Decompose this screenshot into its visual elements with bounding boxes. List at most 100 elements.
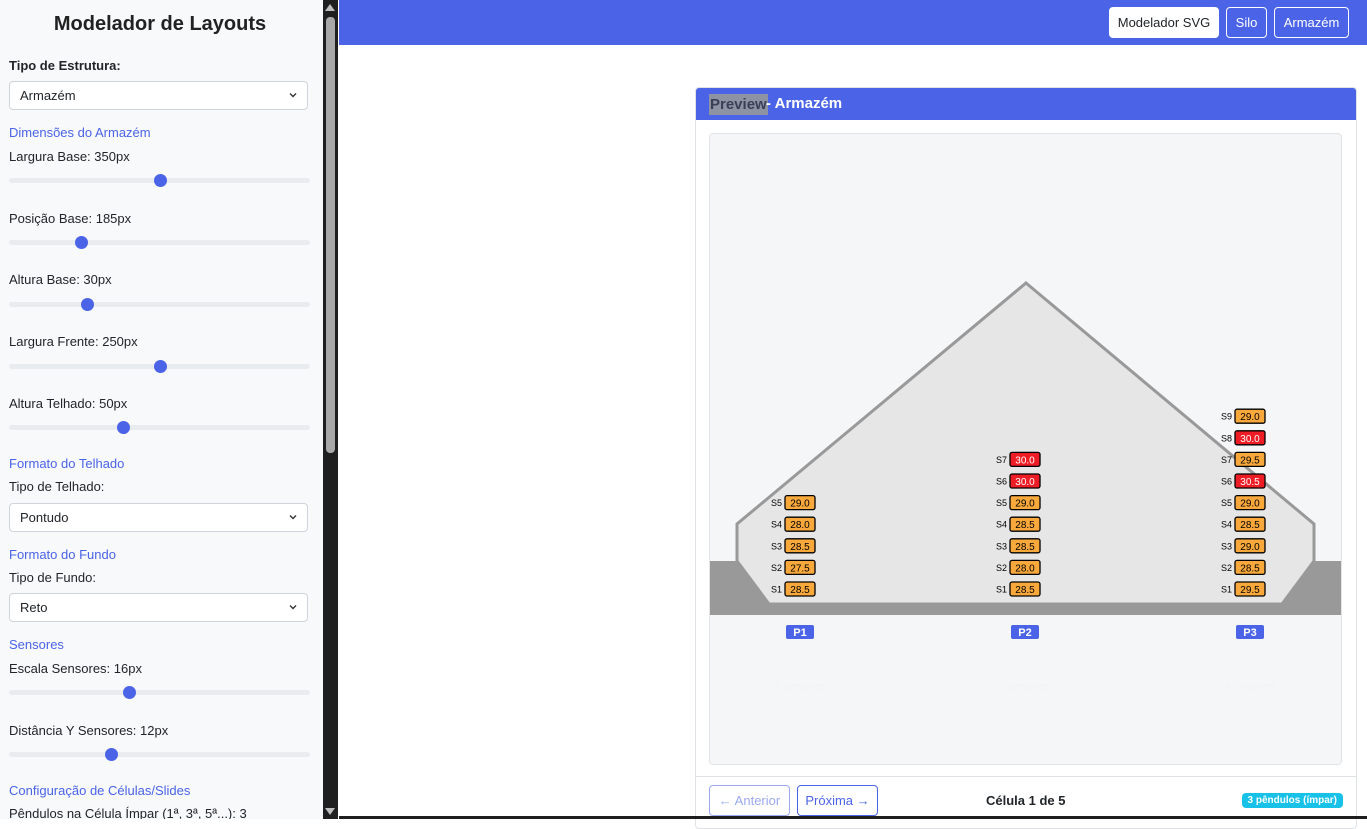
sensor-label: S8: [1221, 433, 1232, 443]
sensor-label: S3: [1221, 541, 1232, 551]
structure-type-value: Armazém: [20, 88, 76, 103]
preview-card: Preview - Armazém S1 28.5 S2 27.5 S3 28.5 S4 28…: [695, 87, 1357, 829]
bottom-type-value: Reto: [20, 600, 48, 615]
sensor-label: S4: [771, 520, 782, 530]
sensor-label: S1: [1221, 585, 1232, 595]
cell-indicator: Célula 1 de 5: [986, 793, 1066, 808]
pendulum-count-badge: 3 pêndulos (ímpar): [1241, 793, 1343, 808]
sensor-distance-label: Distância Y Sensores: 12px: [9, 723, 169, 738]
sensor-label: S2: [771, 563, 782, 573]
structure-type-label: Tipo de Estrutura:: [9, 58, 121, 73]
slider-thumb[interactable]: [75, 236, 89, 249]
base-width-label: Largura Base: 350px: [9, 149, 130, 164]
pendulum-caption: 5 Sensores: [775, 682, 826, 693]
sensor-value: 30.5: [1240, 477, 1260, 488]
pendulum-label: P2: [1018, 627, 1031, 639]
sensor-value: 27.5: [790, 563, 810, 574]
sensor-label: S1: [996, 585, 1007, 595]
sidebar-scrollbar[interactable]: [323, 0, 338, 819]
sensor-label: S7: [996, 455, 1007, 465]
front-width-label: Largura Frente: 250px: [9, 334, 138, 349]
preview-header: Preview - Armazém: [696, 88, 1356, 120]
sensor-label: S5: [1221, 498, 1232, 508]
base-height-slider[interactable]: [9, 298, 310, 311]
base-height-label: Altura Base: 30px: [9, 272, 112, 287]
preview-title: - Armazém: [766, 95, 843, 112]
next-button[interactable]: Próxima →: [797, 785, 878, 816]
preview-title-highlight: Preview: [709, 94, 768, 115]
warehouse-diagram: S1 28.5 S2 27.5 S3 28.5 S4 28.0 S5 29.0 P1 5 Sensor…: [710, 281, 1341, 693]
sensor-value: 29.0: [1240, 499, 1260, 510]
bottom-type-label: Tipo de Fundo:: [9, 570, 96, 585]
pendulum-caption: 7 Sensores: [1000, 682, 1051, 693]
pendulum-label: P3: [1243, 627, 1256, 639]
sensor-scale-label: Escala Sensores: 16px: [9, 661, 142, 676]
scroll-up-icon[interactable]: [325, 4, 335, 11]
sensor-value: 29.5: [1240, 455, 1260, 466]
sidebar-title: Modelador de Layouts: [53, 13, 267, 35]
roof-height-slider[interactable]: [9, 421, 310, 434]
roof-type-select[interactable]: Pontudo: [9, 503, 308, 532]
sidebar: Modelador de Layouts Tipo de Estrutura: …: [0, 0, 323, 819]
dimensions-section-title: Dimensões do Armazém: [9, 125, 151, 140]
slider-thumb[interactable]: [105, 748, 119, 761]
roof-type-value: Pontudo: [20, 510, 69, 525]
chevron-down-icon: [289, 605, 297, 610]
previous-button[interactable]: ← Anterior: [709, 785, 790, 816]
bottom-type-select[interactable]: Reto: [9, 593, 308, 622]
bottom-section-title: Formato do Fundo: [9, 547, 116, 562]
warehouse-button[interactable]: Armazém: [1274, 7, 1349, 38]
structure-type-select[interactable]: Armazém: [9, 81, 308, 110]
front-width-slider[interactable]: [9, 360, 310, 373]
sensor-value: 29.0: [1240, 412, 1260, 423]
warehouse-outline: [735, 281, 1316, 606]
warehouse-preview-canvas: S1 28.5 S2 27.5 S3 28.5 S4 28.0 S5 29.0 P1 5 Sensor…: [709, 133, 1342, 765]
svg-modeler-button[interactable]: Modelador SVG: [1109, 7, 1219, 38]
sensor-value: 30.0: [1015, 477, 1035, 488]
slider-thumb[interactable]: [153, 174, 167, 187]
scroll-down-icon[interactable]: [325, 808, 335, 815]
sensor-label: S4: [996, 520, 1007, 530]
sensor-label: S5: [996, 498, 1007, 508]
sensor-value: 28.5: [1240, 520, 1260, 531]
base-position-label: Posição Base: 185px: [9, 211, 132, 226]
roof-section-title: Formato do Telhado: [9, 456, 125, 471]
sensor-label: S4: [1221, 520, 1232, 530]
slider-thumb[interactable]: [81, 298, 95, 311]
odd-cell-pendulums-label: Pêndulos na Célula Ímpar (1ª, 3ª, 5ª...)…: [9, 806, 247, 819]
scrollbar-thumb[interactable]: [326, 17, 335, 453]
sensor-value: 29.0: [1015, 499, 1035, 510]
preview-footer: ← Anterior Próxima → Célula 1 de 5 3 pên…: [696, 776, 1356, 828]
sensor-label: S9: [1221, 412, 1232, 422]
sensor-value: 29.0: [1240, 542, 1260, 553]
sensor-label: S6: [1221, 477, 1232, 487]
sensor-value: 29.0: [790, 499, 810, 510]
sensor-value: 29.5: [1240, 585, 1260, 596]
base-width-slider[interactable]: [9, 174, 310, 187]
sensor-label: S6: [996, 477, 1007, 487]
slider-thumb[interactable]: [123, 686, 137, 699]
cells-section-title: Configuração de Células/Slides: [9, 783, 191, 798]
roof-type-label: Tipo de Telhado:: [9, 479, 105, 494]
sensor-value: 28.5: [790, 585, 810, 596]
sensor-value: 28.5: [1015, 520, 1035, 531]
sensor-label: S1: [771, 585, 782, 595]
sensor-value: 28.0: [790, 520, 810, 531]
sensor-label: S3: [996, 541, 1007, 551]
top-navbar: Modelador SVG Silo Armazém: [339, 0, 1367, 45]
sensor-label: S7: [1221, 455, 1232, 465]
pendulum-caption: 9 Sensores: [1225, 682, 1276, 693]
sensor-scale-slider[interactable]: [9, 686, 310, 699]
chevron-down-icon: [289, 515, 297, 520]
base-position-slider[interactable]: [9, 236, 310, 249]
roof-height-label: Altura Telhado: 50px: [9, 396, 128, 411]
sensor-distance-slider[interactable]: [9, 748, 310, 761]
chevron-down-icon: [289, 93, 297, 98]
slider-thumb[interactable]: [153, 360, 167, 373]
slider-thumb[interactable]: [117, 421, 131, 434]
sensor-label: S2: [1221, 563, 1232, 573]
sensor-value: 28.5: [790, 542, 810, 553]
sensor-value: 30.0: [1240, 434, 1260, 445]
sensor-label: S2: [996, 563, 1007, 573]
silo-button[interactable]: Silo: [1226, 7, 1267, 38]
